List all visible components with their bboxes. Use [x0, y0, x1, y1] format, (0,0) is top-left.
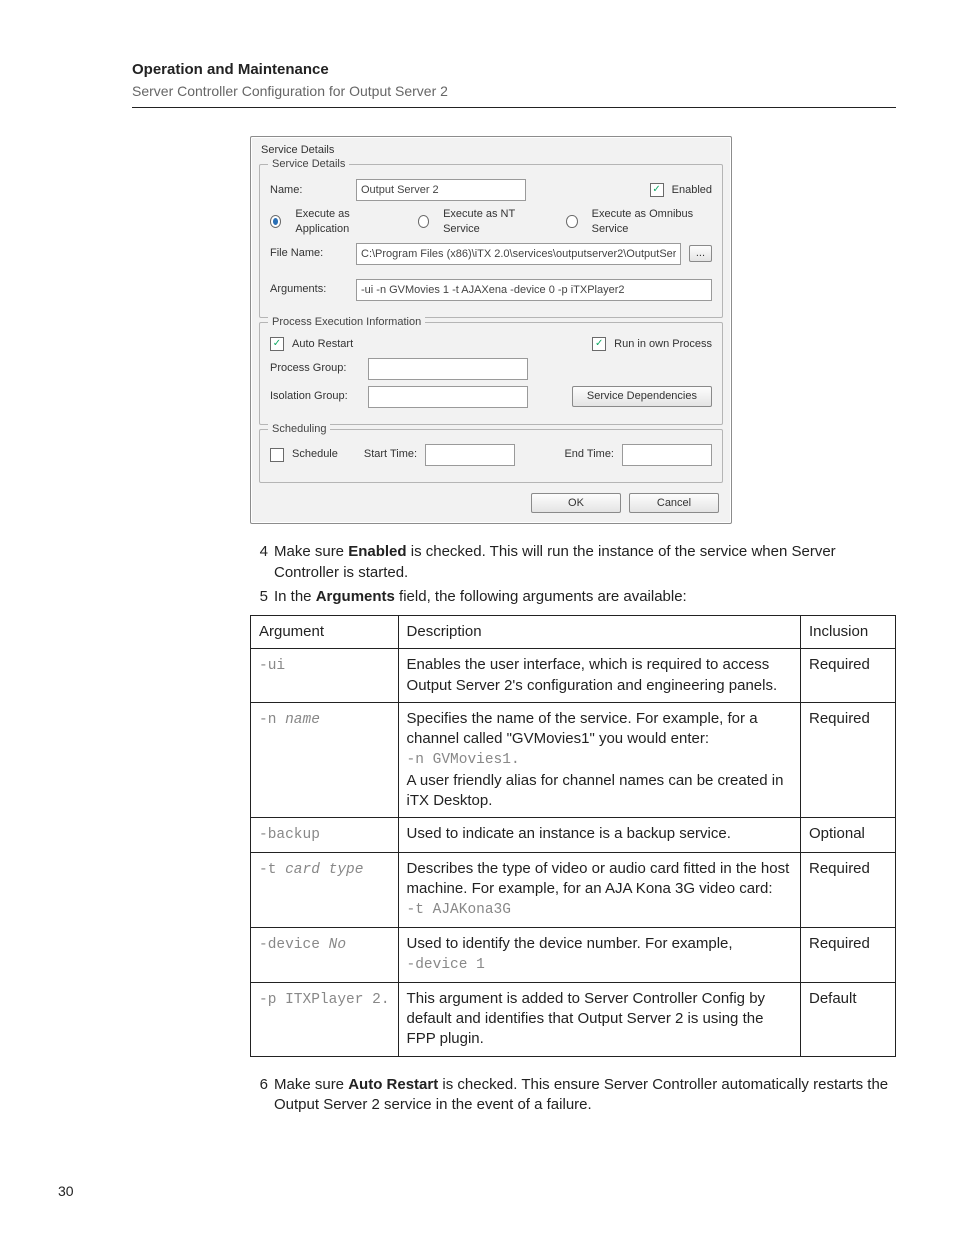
group-service-legend: Service Details: [268, 157, 349, 172]
page-header: Operation and Maintenance Server Control…: [132, 60, 896, 108]
header-title: Operation and Maintenance: [132, 60, 896, 80]
auto-restart-checkbox[interactable]: [270, 337, 284, 351]
cancel-button[interactable]: Cancel: [629, 493, 719, 514]
schedule-checkbox[interactable]: [270, 448, 284, 462]
name-input[interactable]: [356, 179, 526, 201]
group-service-details: Service Details Name: Enabled Execute as…: [259, 164, 723, 318]
run-own-process-label: Run in own Process: [614, 337, 712, 352]
start-time-input[interactable]: [425, 444, 515, 466]
header-subtitle: Server Controller Configuration for Outp…: [132, 82, 896, 101]
end-time-input[interactable]: [622, 444, 712, 466]
isolation-group-label: Isolation Group:: [270, 389, 360, 404]
group-scheduling: Scheduling Schedule Start Time: End Time…: [259, 429, 723, 483]
table-row: -t card type Describes the type of video…: [251, 852, 896, 927]
step-5: 5 In the Arguments field, the following …: [250, 587, 896, 607]
exec-as-omnibus-radio[interactable]: [566, 215, 577, 228]
enabled-label: Enabled: [672, 183, 712, 198]
exec-as-application-radio[interactable]: [270, 215, 281, 228]
table-row: -ui Enables the user interface, which is…: [251, 649, 896, 703]
name-label: Name:: [270, 183, 348, 198]
group-scheduling-legend: Scheduling: [268, 422, 330, 437]
start-time-label: Start Time:: [364, 447, 417, 462]
process-group-input[interactable]: [368, 358, 528, 380]
filename-label: File Name:: [270, 246, 348, 261]
enabled-checkbox[interactable]: [650, 183, 664, 197]
table-header-row: Argument Description Inclusion: [251, 616, 896, 649]
table-row: -n name Specifies the name of the servic…: [251, 702, 896, 818]
browse-button[interactable]: ...: [689, 245, 712, 262]
arguments-table: Argument Description Inclusion -ui Enabl…: [250, 615, 896, 1057]
arguments-input[interactable]: [356, 279, 712, 301]
page-number: 30: [58, 1182, 74, 1201]
table-row: -p ITXPlayer 2. This argument is added t…: [251, 982, 896, 1056]
group-process-legend: Process Execution Information: [268, 315, 425, 330]
exec-as-application-label: Execute as Application: [295, 207, 389, 237]
isolation-group-input[interactable]: [368, 386, 528, 408]
table-row: -device No Used to identify the device n…: [251, 928, 896, 983]
schedule-label: Schedule: [292, 447, 338, 462]
col-description: Description: [398, 616, 800, 649]
header-rule: [132, 107, 896, 108]
step-4: 4 Make sure Enabled is checked. This wil…: [250, 542, 896, 583]
col-argument: Argument: [251, 616, 399, 649]
step-6: 6 Make sure Auto Restart is checked. Thi…: [250, 1075, 896, 1116]
end-time-label: End Time:: [564, 447, 614, 462]
auto-restart-label: Auto Restart: [292, 337, 353, 352]
service-details-dialog: Service Details Service Details Name: En…: [250, 136, 732, 524]
process-group-label: Process Group:: [270, 361, 360, 376]
exec-as-omnibus-label: Execute as Omnibus Service: [592, 207, 712, 237]
run-own-process-checkbox[interactable]: [592, 337, 606, 351]
service-dependencies-button[interactable]: Service Dependencies: [572, 386, 712, 407]
ok-button[interactable]: OK: [531, 493, 621, 514]
col-inclusion: Inclusion: [801, 616, 896, 649]
filename-input[interactable]: [356, 243, 681, 265]
exec-as-nt-radio[interactable]: [418, 215, 429, 228]
group-process-execution: Process Execution Information Auto Resta…: [259, 322, 723, 425]
arguments-label: Arguments:: [270, 282, 348, 297]
exec-as-nt-label: Execute as NT Service: [443, 207, 538, 237]
table-row: -backup Used to indicate an instance is …: [251, 818, 896, 853]
